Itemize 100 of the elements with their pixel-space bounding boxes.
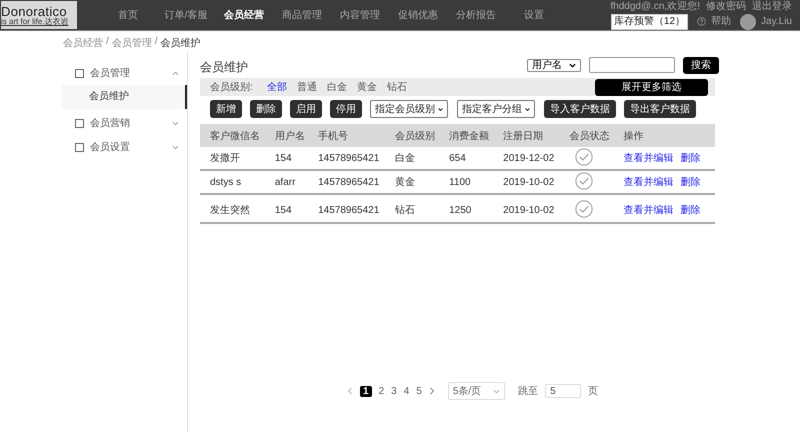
- action-link[interactable]: 查看并编辑: [623, 205, 674, 216]
- caret-icon: [525, 106, 530, 112]
- page-number[interactable]: 3: [391, 386, 397, 396]
- breadcrumb-item[interactable]: 会员管理: [112, 36, 152, 52]
- column-header: 用户名: [264, 124, 308, 147]
- action-link[interactable]: 查看并编辑: [623, 153, 674, 164]
- table-cell: dstys s: [200, 170, 265, 194]
- caret-icon: [438, 106, 443, 112]
- filter-option[interactable]: 钻石: [386, 80, 407, 94]
- action-link[interactable]: 删除: [680, 153, 700, 164]
- search-input[interactable]: [589, 57, 675, 73]
- toolbar-button[interactable]: 导出客户数据: [624, 100, 696, 118]
- sidebar-group[interactable]: 会员管理: [62, 61, 187, 85]
- nav-tab[interactable]: 首页: [99, 8, 157, 22]
- caret-icon: [569, 62, 576, 68]
- table-cell: 黄金: [385, 170, 440, 194]
- search-button[interactable]: 搜索: [683, 56, 719, 74]
- filter-option[interactable]: 普通: [296, 80, 317, 94]
- table-cell: 14578965421: [308, 194, 386, 223]
- table-cell: 白金: [385, 147, 440, 170]
- nav-tab[interactable]: 会员经营: [215, 8, 273, 22]
- table-cell: 发生突然: [200, 194, 265, 223]
- stock-alert-badge[interactable]: 库存预警（12）: [610, 14, 688, 30]
- nav-tab[interactable]: 订单/客服: [157, 8, 215, 22]
- table-cell: 154: [264, 194, 308, 223]
- table-cell: 154: [264, 147, 308, 170]
- column-header: 手机号: [308, 124, 386, 147]
- page-size-select[interactable]: 5条/页: [448, 382, 506, 400]
- sidebar-group-label: 会员设置: [90, 140, 131, 154]
- page-number[interactable]: 5: [416, 386, 422, 396]
- toolbar-button[interactable]: 删除: [250, 100, 282, 118]
- column-header: 注册日期: [493, 124, 560, 147]
- sidebar-group-label: 会员管理: [90, 67, 131, 80]
- page-unit: 页: [588, 385, 598, 398]
- nav-tab[interactable]: 促销优惠: [389, 8, 447, 22]
- table-cell: 14578965421: [308, 170, 386, 194]
- table-cell: 14578965421: [308, 147, 386, 170]
- table-cell: 2019-12-02: [493, 147, 560, 170]
- filter-option[interactable]: 全部: [266, 80, 287, 94]
- sidebar-group[interactable]: 会员设置: [62, 135, 187, 159]
- avatar[interactable]: [740, 14, 756, 30]
- page-title: 会员维护: [200, 58, 248, 76]
- dropdown[interactable]: 指定客户分组: [457, 100, 535, 118]
- logout-link[interactable]: 退出登录: [752, 0, 792, 12]
- user-name[interactable]: Jay.Liu: [761, 16, 792, 28]
- help-icon[interactable]: [697, 17, 706, 26]
- toolbar-button[interactable]: 启用: [290, 100, 322, 118]
- filter-label: 会员级别:: [210, 81, 253, 94]
- action-link[interactable]: 删除: [680, 205, 700, 216]
- sidebar-item[interactable]: 会员维护: [62, 85, 187, 109]
- table-cell: 1250: [439, 194, 494, 223]
- toolbar-button[interactable]: 新增: [210, 100, 242, 118]
- column-header: 消费金额: [439, 124, 494, 147]
- square-icon: [75, 68, 84, 78]
- logo-title: Donoratico: [1, 4, 67, 18]
- page-number[interactable]: 4: [404, 386, 410, 396]
- nav-tab[interactable]: 内容管理: [331, 8, 389, 22]
- table-cell: 2019-10-02: [493, 170, 560, 194]
- action-link[interactable]: 查看并编辑: [623, 177, 674, 188]
- table-cell: 发撒开: [200, 147, 265, 170]
- help-link[interactable]: 帮助: [711, 16, 732, 28]
- jump-page-input[interactable]: 5: [545, 384, 582, 398]
- toolbar-button[interactable]: 停用: [330, 100, 362, 118]
- nav-tab[interactable]: 商品管理: [273, 8, 331, 22]
- caret-icon: [493, 388, 500, 394]
- welcome-text: fhddgd@.cn,欢迎您!: [610, 0, 700, 12]
- sidebar-group[interactable]: 会员营销: [62, 111, 187, 135]
- logo[interactable]: Donoratico is art for life.达衣岩: [1, 1, 77, 29]
- nav-tab[interactable]: 设置: [505, 8, 563, 22]
- page-number[interactable]: 2: [378, 386, 384, 396]
- dropdown[interactable]: 指定会员级别: [370, 100, 448, 118]
- column-header: 客户微信名: [200, 124, 265, 147]
- table-cell: 钻石: [385, 194, 440, 223]
- filter-option[interactable]: 白金: [326, 80, 347, 94]
- breadcrumb-separator: /: [106, 36, 109, 49]
- breadcrumb-item[interactable]: 会员经营: [63, 36, 103, 52]
- table-cell: afarr: [264, 170, 308, 194]
- table-cell: 1100: [439, 170, 494, 194]
- table-cell: 654: [439, 147, 494, 170]
- filter-option[interactable]: 黄金: [356, 80, 377, 94]
- next-page-icon[interactable]: [428, 387, 435, 395]
- action-link[interactable]: 删除: [680, 177, 700, 188]
- logo-tagline: is art for life.达衣岩: [1, 18, 70, 26]
- previous-page-icon[interactable]: [347, 387, 353, 395]
- search-field-select[interactable]: 用户名: [527, 58, 581, 72]
- jump-label: 跳至: [518, 384, 538, 398]
- breadcrumb-separator: /: [154, 36, 158, 49]
- nav-tab[interactable]: 分析报告: [447, 8, 505, 22]
- breadcrumb-item: 会员维护: [160, 36, 201, 51]
- sidebar-group-label: 会员营销: [90, 116, 131, 130]
- page-number[interactable]: 1: [360, 386, 372, 396]
- change-password-link[interactable]: 修改密码: [706, 0, 746, 12]
- square-icon: [75, 118, 84, 128]
- column-header: 会员级别: [385, 124, 440, 147]
- column-header: 会员状态: [559, 124, 614, 147]
- toolbar-button[interactable]: 导入客户数据: [544, 100, 616, 118]
- square-icon: [75, 142, 84, 152]
- column-header: 操作: [613, 124, 715, 147]
- table-cell: 2019-10-02: [493, 194, 560, 223]
- expand-filters-button[interactable]: 展开更多筛选: [595, 78, 708, 96]
